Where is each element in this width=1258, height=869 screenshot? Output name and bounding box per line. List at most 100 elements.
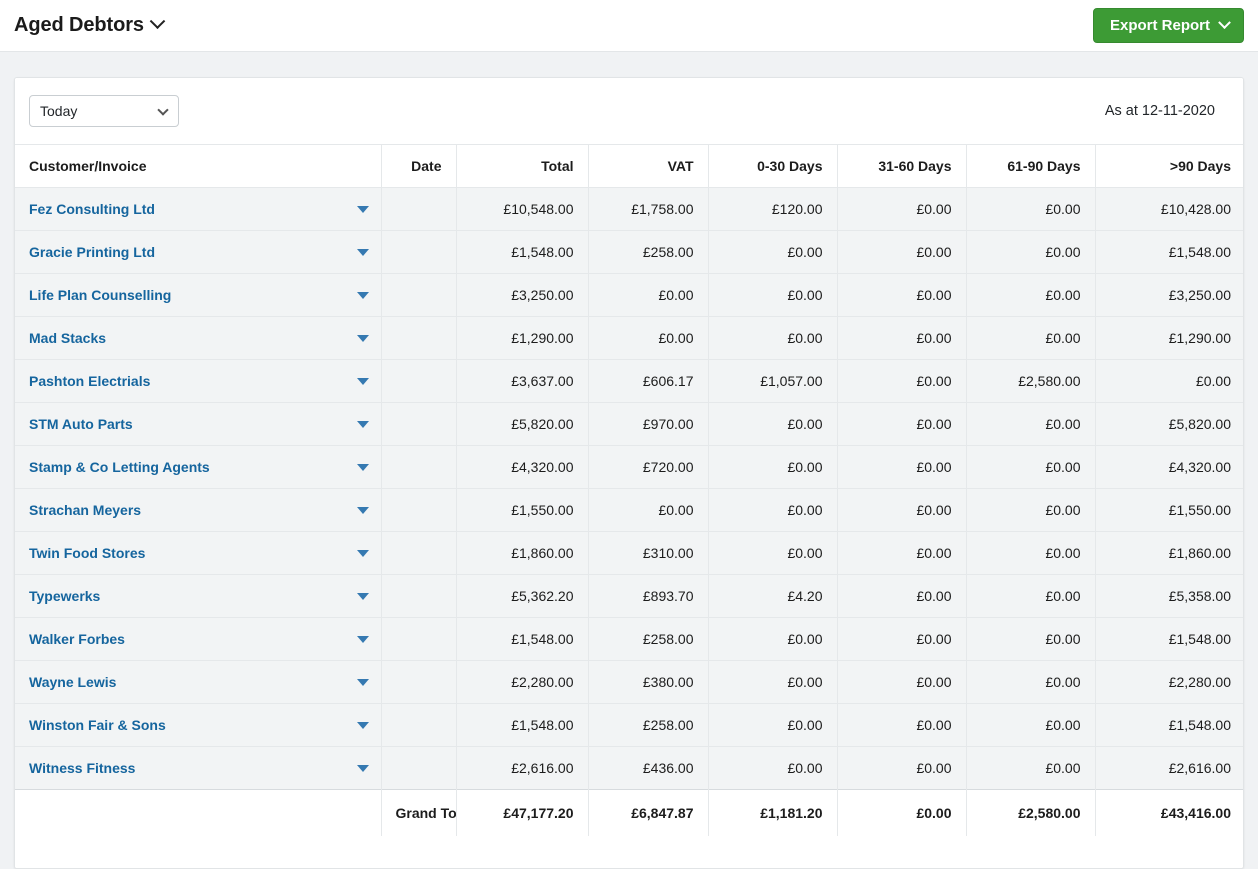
customer-link[interactable]: Life Plan Counselling [29, 287, 171, 303]
cell-d0-30: £0.00 [708, 704, 837, 747]
cell-total: £2,280.00 [456, 661, 588, 704]
customer-link[interactable]: Pashton Electrials [29, 373, 150, 389]
customer-link[interactable]: Typewerks [29, 588, 100, 604]
cell-d0-30: £0.00 [708, 489, 837, 532]
grand-total-label: Grand Total [381, 790, 456, 836]
report-panel: Today As at 12-11-2020 Customer/Invoice … [14, 77, 1244, 869]
grand-total-vat: £6,847.87 [588, 790, 708, 836]
caret-down-icon[interactable] [357, 679, 369, 686]
cell-total: £1,548.00 [456, 231, 588, 274]
caret-down-icon[interactable] [357, 335, 369, 342]
cell-d61-90: £0.00 [966, 618, 1095, 661]
cell-customer: Fez Consulting Ltd [15, 188, 381, 231]
caret-down-icon[interactable] [357, 464, 369, 471]
cell-vat: £720.00 [588, 446, 708, 489]
cell-d0-30: £0.00 [708, 747, 837, 790]
cell-vat: £380.00 [588, 661, 708, 704]
table-row: Life Plan Counselling£3,250.00£0.00£0.00… [15, 274, 1244, 317]
customer-link[interactable]: Stamp & Co Letting Agents [29, 459, 210, 475]
cell-d61-90: £0.00 [966, 274, 1095, 317]
cell-date [381, 661, 456, 704]
cell-d90plus: £1,550.00 [1095, 489, 1244, 532]
cell-d0-30: £0.00 [708, 317, 837, 360]
export-report-button[interactable]: Export Report [1093, 8, 1244, 43]
caret-down-icon[interactable] [357, 550, 369, 557]
cell-date [381, 231, 456, 274]
cell-customer: Witness Fitness [15, 747, 381, 790]
cell-date [381, 317, 456, 360]
cell-d61-90: £0.00 [966, 489, 1095, 532]
cell-d90plus: £4,320.00 [1095, 446, 1244, 489]
table-body: Fez Consulting Ltd£10,548.00£1,758.00£12… [15, 188, 1244, 836]
caret-down-icon[interactable] [357, 636, 369, 643]
cell-date [381, 489, 456, 532]
caret-down-icon[interactable] [357, 206, 369, 213]
caret-down-icon[interactable] [357, 378, 369, 385]
column-header-total[interactable]: Total [456, 145, 588, 188]
column-header-vat[interactable]: VAT [588, 145, 708, 188]
caret-down-icon[interactable] [357, 421, 369, 428]
customer-link[interactable]: Wayne Lewis [29, 674, 116, 690]
cell-total: £5,820.00 [456, 403, 588, 446]
column-header-customer[interactable]: Customer/Invoice [15, 145, 381, 188]
cell-customer: Winston Fair & Sons [15, 704, 381, 747]
top-bar-actions: Export Report [1093, 8, 1244, 43]
column-header-90plus[interactable]: >90 Days [1095, 145, 1244, 188]
cell-d61-90: £0.00 [966, 575, 1095, 618]
cell-total: £4,320.00 [456, 446, 588, 489]
cell-date [381, 403, 456, 446]
page-title: Aged Debtors [14, 14, 144, 37]
cell-customer: Mad Stacks [15, 317, 381, 360]
table-row: Mad Stacks£1,290.00£0.00£0.00£0.00£0.00£… [15, 317, 1244, 360]
customer-link[interactable]: Mad Stacks [29, 330, 106, 346]
cell-vat: £0.00 [588, 274, 708, 317]
column-header-date[interactable]: Date [381, 145, 456, 188]
customer-link[interactable]: Gracie Printing Ltd [29, 244, 155, 260]
cell-d0-30: £0.00 [708, 618, 837, 661]
table-row: Stamp & Co Letting Agents£4,320.00£720.0… [15, 446, 1244, 489]
cell-d31-60: £0.00 [837, 188, 966, 231]
caret-down-icon[interactable] [357, 593, 369, 600]
cell-total: £3,637.00 [456, 360, 588, 403]
customer-link[interactable]: Strachan Meyers [29, 502, 141, 518]
customer-link[interactable]: Walker Forbes [29, 631, 125, 647]
cell-d0-30: £0.00 [708, 446, 837, 489]
cell-d61-90: £0.00 [966, 188, 1095, 231]
cell-d90plus: £5,820.00 [1095, 403, 1244, 446]
column-header-0-30[interactable]: 0-30 Days [708, 145, 837, 188]
cell-d31-60: £0.00 [837, 317, 966, 360]
cell-total: £3,250.00 [456, 274, 588, 317]
customer-link[interactable]: Fez Consulting Ltd [29, 201, 155, 217]
customer-link[interactable]: Witness Fitness [29, 760, 135, 776]
caret-down-icon[interactable] [357, 292, 369, 299]
table-row: Fez Consulting Ltd£10,548.00£1,758.00£12… [15, 188, 1244, 231]
caret-down-icon[interactable] [357, 722, 369, 729]
customer-link[interactable]: STM Auto Parts [29, 416, 133, 432]
column-header-61-90[interactable]: 61-90 Days [966, 145, 1095, 188]
cell-d0-30: £1,057.00 [708, 360, 837, 403]
cell-customer: Stamp & Co Letting Agents [15, 446, 381, 489]
cell-total: £1,548.00 [456, 618, 588, 661]
cell-vat: £606.17 [588, 360, 708, 403]
column-header-31-60[interactable]: 31-60 Days [837, 145, 966, 188]
caret-down-icon[interactable] [357, 249, 369, 256]
customer-link[interactable]: Twin Food Stores [29, 545, 145, 561]
report-toolbar: Today As at 12-11-2020 [15, 78, 1243, 144]
caret-down-icon[interactable] [357, 507, 369, 514]
period-select-value: Today [40, 103, 77, 119]
cell-total: £1,290.00 [456, 317, 588, 360]
cell-customer: Life Plan Counselling [15, 274, 381, 317]
cell-total: £1,548.00 [456, 704, 588, 747]
period-select[interactable]: Today [29, 95, 179, 127]
cell-total: £2,616.00 [456, 747, 588, 790]
cell-customer: Strachan Meyers [15, 489, 381, 532]
cell-d61-90: £0.00 [966, 446, 1095, 489]
page-title-dropdown[interactable]: Aged Debtors [14, 14, 163, 37]
caret-down-icon[interactable] [357, 765, 369, 772]
cell-customer: Gracie Printing Ltd [15, 231, 381, 274]
cell-d0-30: £0.00 [708, 231, 837, 274]
cell-vat: £258.00 [588, 704, 708, 747]
cell-d90plus: £2,616.00 [1095, 747, 1244, 790]
chevron-down-icon[interactable] [150, 13, 166, 29]
customer-link[interactable]: Winston Fair & Sons [29, 717, 166, 733]
